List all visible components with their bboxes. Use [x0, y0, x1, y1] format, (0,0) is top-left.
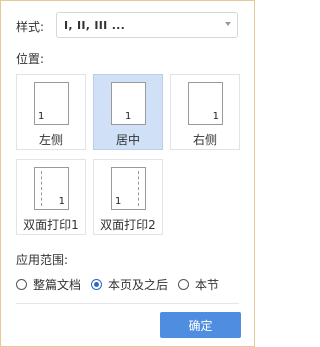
position-option-center[interactable]: 1 居中	[93, 74, 163, 150]
scope-option-this-page-onward[interactable]: 本页及之后	[91, 276, 168, 293]
position-label: 位置:	[16, 52, 45, 66]
scope-radio-group: 整篇文档 本页及之后 本节	[16, 276, 229, 293]
radio-label: 本节	[195, 278, 220, 292]
position-option-label: 双面打印2	[100, 218, 156, 232]
position-option-right[interactable]: 1 右侧	[170, 74, 240, 150]
page-number-mark: 1	[115, 196, 122, 207]
scope-option-this-section[interactable]: 本节	[178, 276, 219, 293]
scope-option-whole-document[interactable]: 整篇文档	[16, 276, 81, 293]
radio-icon[interactable]	[16, 279, 27, 290]
page-preview-icon: 1	[34, 82, 69, 125]
radio-label: 整篇文档	[33, 278, 82, 292]
margin-guide	[41, 171, 42, 206]
style-label: 样式:	[16, 19, 45, 34]
page-number-dialog: 样式: I, II, III ... 位置: 1 左侧 1 居中 1 右侧 1 …	[0, 0, 255, 347]
ok-button[interactable]: 确定	[160, 312, 241, 338]
scope-label: 应用范围:	[16, 253, 69, 267]
page-number-mark: 1	[212, 111, 219, 122]
radio-checked-icon[interactable]	[91, 279, 103, 290]
position-option-label: 左侧	[38, 133, 63, 147]
page-number-mark: 1	[38, 111, 45, 122]
position-option-left[interactable]: 1 左侧	[16, 74, 86, 150]
divider	[16, 303, 239, 304]
chevron-down-icon	[225, 22, 231, 26]
position-option-duplex-2[interactable]: 1 双面打印2	[93, 159, 163, 235]
page-number-mark: 1	[125, 111, 132, 122]
radio-icon[interactable]	[178, 279, 190, 290]
page-number-mark: 1	[58, 196, 65, 207]
style-select[interactable]: I, II, III ...	[56, 12, 238, 38]
page-preview-icon: 1	[34, 167, 69, 210]
style-row: 样式:	[16, 13, 44, 39]
margin-guide	[138, 171, 139, 206]
page-preview-icon: 1	[111, 167, 146, 210]
style-select-value: I, II, III ...	[64, 18, 126, 32]
position-option-duplex-1[interactable]: 1 双面打印1	[16, 159, 86, 235]
page-preview-icon: 1	[111, 82, 146, 125]
radio-label: 本页及之后	[108, 278, 169, 292]
position-option-label: 右侧	[192, 133, 217, 147]
page-preview-icon: 1	[188, 82, 223, 125]
position-option-label: 居中	[115, 133, 140, 147]
position-option-label: 双面打印1	[23, 218, 79, 232]
